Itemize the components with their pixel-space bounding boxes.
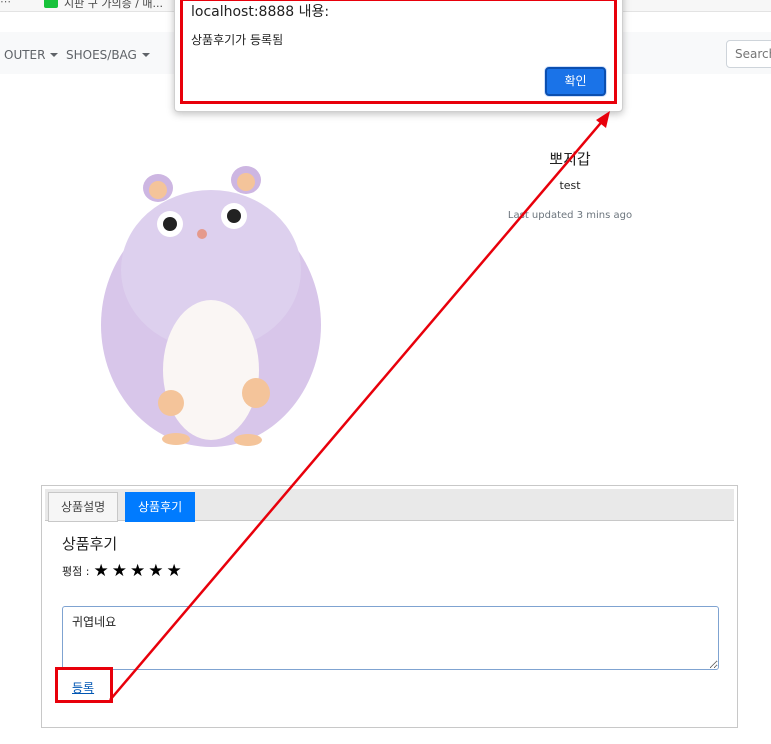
search-input[interactable] <box>726 40 771 68</box>
alert-dialog: localhost:8888 내용: 상품후기가 등록됨 확인 <box>174 0 623 112</box>
alert-title: localhost:8888 내용: <box>191 4 330 20</box>
rating-row: 평점 : ★ ★ ★ ★ ★ <box>62 562 185 580</box>
star-icon[interactable]: ★ <box>166 562 181 580</box>
rating-label: 평점 : <box>62 565 90 578</box>
product-image <box>101 166 321 447</box>
alert-message: 상품후기가 등록됨 <box>191 33 284 47</box>
nav-item-shoes-bag[interactable]: SHOES/BAG <box>66 48 150 62</box>
nav-item-outer[interactable]: OUTER <box>4 48 59 62</box>
alert-confirm-button[interactable]: 확인 <box>545 67 606 96</box>
review-textarea[interactable]: 귀엽네요 <box>62 606 719 670</box>
product-name: 뽀지갑 <box>549 150 591 168</box>
tab-product-review[interactable]: 상품후기 <box>125 492 196 522</box>
chevron-down-icon <box>141 53 150 57</box>
chevron-down-icon <box>50 53 59 57</box>
review-heading: 상품후기 <box>62 535 118 553</box>
tab-bar: 상품설명 상품후기 <box>45 489 734 522</box>
submit-review-link[interactable]: 등록 <box>72 679 94 696</box>
nav-item-label: SHOES/BAG <box>66 48 137 62</box>
tab-product-description[interactable]: 상품설명 <box>48 492 119 522</box>
last-updated-text: Last updated 3 mins ago <box>507 210 633 221</box>
star-icon[interactable]: ★ <box>130 562 145 580</box>
tab-overflow-dots[interactable]: ⋯ <box>0 0 11 8</box>
browser-tab-title[interactable]: 시판 구 가의증 / 매... <box>64 0 163 11</box>
star-icon[interactable]: ★ <box>148 562 163 580</box>
star-icon[interactable]: ★ <box>112 562 127 580</box>
favicon-icon <box>44 0 58 8</box>
nav-item-label: OUTER <box>4 48 46 62</box>
star-icon[interactable]: ★ <box>93 562 108 580</box>
product-detail-card: 상품설명 상품후기 상품후기 평점 : ★ ★ ★ ★ ★ 귀엽네요 등록 <box>41 485 738 728</box>
product-description: test <box>559 179 581 192</box>
